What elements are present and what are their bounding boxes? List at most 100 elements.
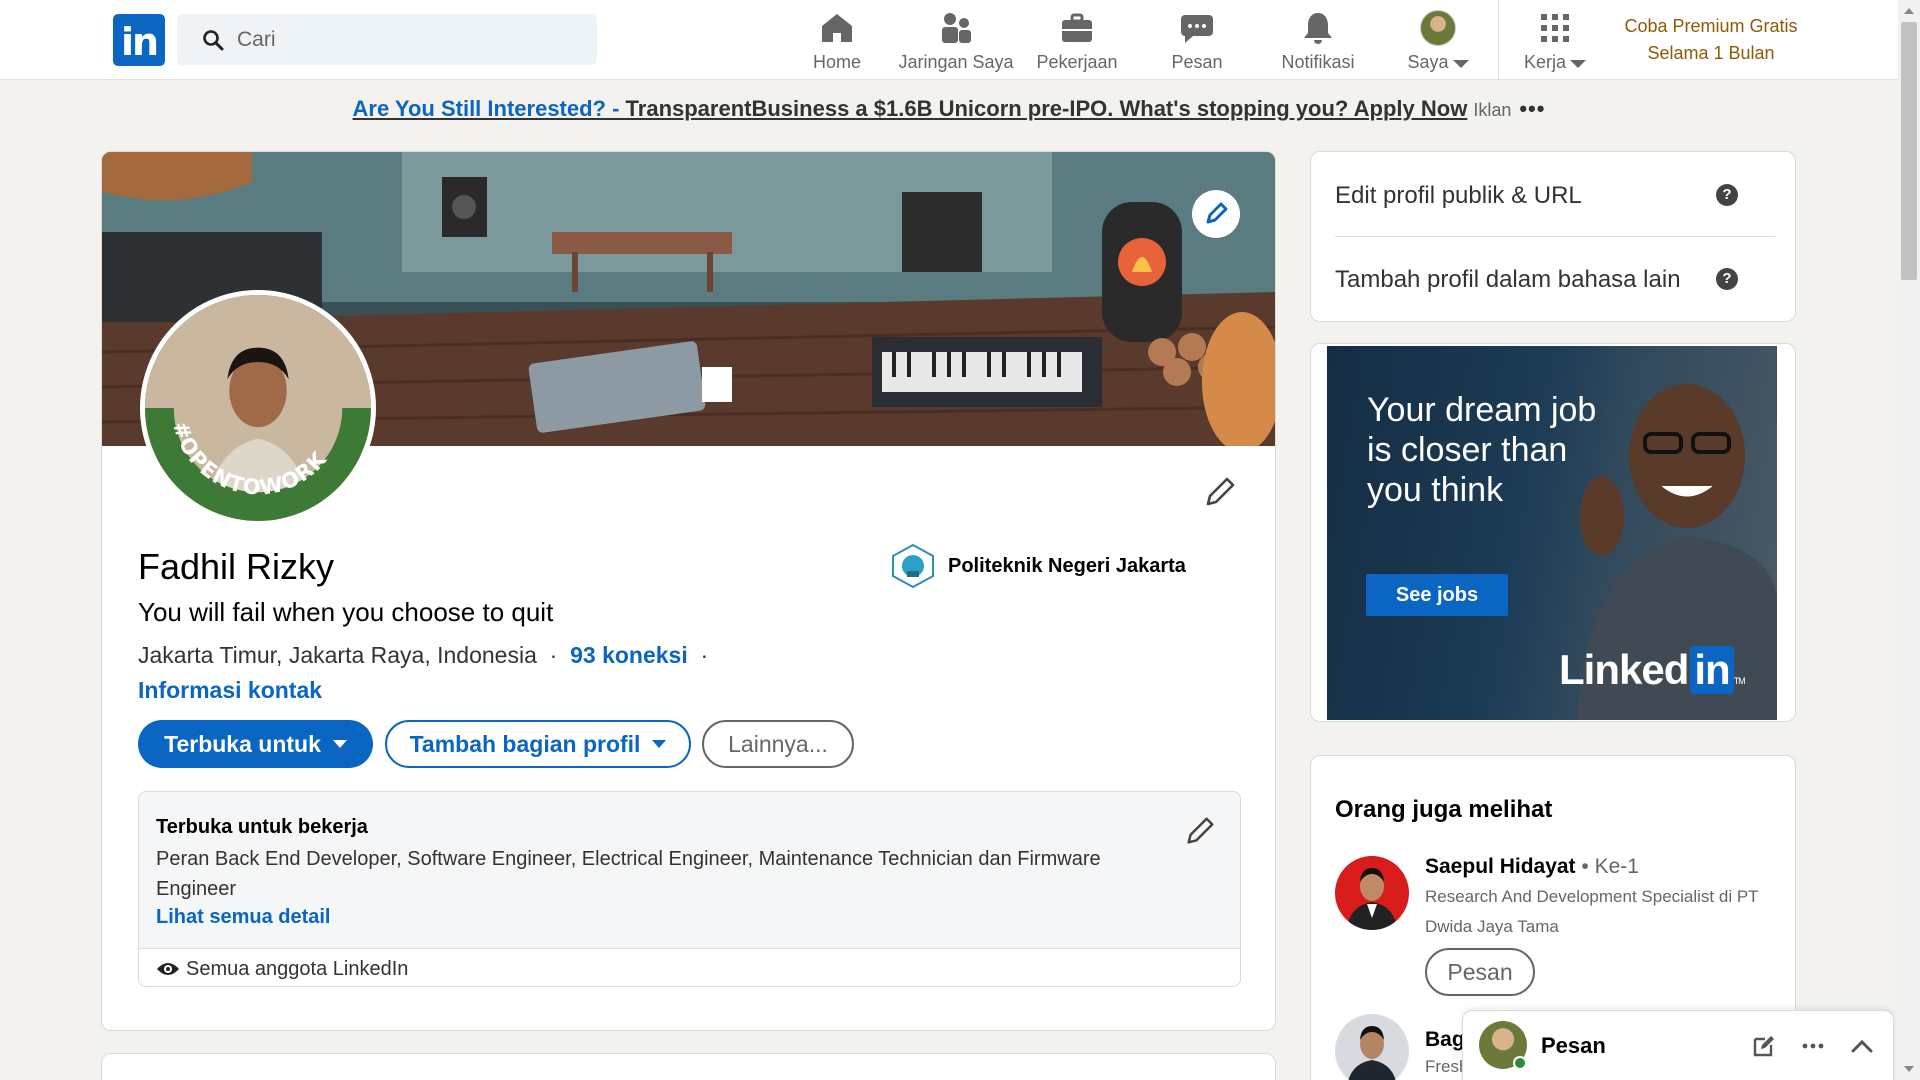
person-role: Research And Development Specialist di P… (1425, 887, 1759, 936)
message-button[interactable]: Pesan (1425, 948, 1535, 996)
scroll-down-arrow-icon[interactable] (1904, 1066, 1914, 1072)
scroll-up-arrow-icon[interactable] (1904, 8, 1914, 14)
add-section-label: Tambah bagian profil (409, 730, 641, 757)
contact-info-link[interactable]: Informasi kontak (138, 677, 322, 704)
person-name: Bag (1425, 1028, 1465, 1051)
nav-network-label: Jaringan Saya (898, 52, 1014, 72)
person-avatar-image (1335, 1014, 1409, 1080)
ad-card: Your dream job is closer than you think … (1310, 343, 1796, 722)
open-to-work-box: Terbuka untuk bekerja Peran Back End Dev… (138, 791, 1241, 987)
chevron-up-icon[interactable] (1849, 1033, 1875, 1059)
caret-down-icon (332, 740, 347, 748)
help-icon[interactable]: ? (1716, 268, 1738, 290)
premium-line-2: Selama 1 Bulan (1647, 43, 1775, 63)
compose-icon[interactable] (1751, 1033, 1777, 1059)
wordmark-tm: TM (1733, 676, 1746, 686)
school-link[interactable]: Politeknik Negeri Jakarta (890, 542, 1186, 590)
ad-headline: Your dream job is closer than you think (1367, 391, 1597, 509)
nav-work-label: Kerja (1523, 52, 1567, 72)
person-name-row[interactable]: Saepul Hidayat • Ke-1 (1425, 855, 1639, 879)
add-language-profile-link[interactable]: Tambah profil dalam bahasa lain (1335, 266, 1681, 294)
nav-notifications[interactable]: Notifikasi (1260, 6, 1376, 74)
grid-icon (1541, 14, 1569, 42)
edit-open-to-work-pencil-icon[interactable] (1183, 814, 1217, 848)
open-to-button[interactable]: Terbuka untuk (138, 720, 373, 768)
nav-jobs-label: Pekerjaan (1036, 52, 1118, 72)
edit-public-profile-link[interactable]: Edit profil publik & URL (1335, 182, 1582, 210)
add-profile-section-button[interactable]: Tambah bagian profil (385, 720, 691, 768)
caret-down-icon (652, 740, 667, 748)
profile-photo[interactable]: #OPENTOWORK (140, 290, 376, 526)
more-icon[interactable] (1800, 1033, 1826, 1059)
nav-home[interactable]: Home (780, 6, 894, 74)
promo-highlight: Are You Still Interested? - (352, 96, 620, 121)
nav-jobs[interactable]: Pekerjaan (1022, 6, 1132, 74)
open-to-label: Terbuka untuk (164, 730, 321, 757)
promo-link[interactable]: Are You Still Interested? - TransparentB… (353, 96, 1468, 121)
nav-home-label: Home (812, 52, 861, 72)
nav-me-label: Saya (1407, 52, 1449, 72)
more-icon[interactable]: ••• (1519, 96, 1545, 121)
scrollbar[interactable] (1898, 0, 1920, 1080)
chevron-down-icon (1452, 60, 1469, 68)
person-avatar[interactable] (1335, 856, 1409, 930)
connections-link[interactable]: 93 koneksi (570, 642, 688, 668)
open-to-work-description: Peran Back End Developer, Software Engin… (156, 848, 1101, 900)
nav-notifications-label: Notifikasi (1281, 52, 1355, 72)
premium-line-1: Coba Premium Gratis (1624, 16, 1798, 36)
nav-network[interactable]: Jaringan Saya (896, 6, 1016, 74)
divider (1335, 236, 1775, 237)
separator-dot: · (700, 642, 709, 668)
profile-location: Jakarta Timur, Jakarta Raya, Indonesia (138, 642, 537, 668)
pencil-icon (1206, 202, 1228, 224)
visibility-row: Semua anggota LinkedIn (139, 948, 1240, 986)
network-icon (942, 13, 971, 43)
edit-intro-pencil-icon[interactable] (1202, 474, 1238, 510)
wordmark-text: Linked (1559, 646, 1689, 693)
messaging-label: Pesan (1541, 1033, 1606, 1058)
scrollbar-thumb[interactable] (1901, 22, 1917, 280)
see-all-details-link[interactable]: Lihat semua detail (156, 906, 331, 929)
bell-icon (1304, 13, 1332, 44)
person-avatar[interactable] (1335, 1014, 1409, 1080)
help-icon[interactable]: ? (1716, 184, 1738, 206)
person-name-row[interactable]: Bag (1425, 1028, 1465, 1052)
profile-headline: You will fail when you choose to quit (138, 597, 554, 627)
nav-me[interactable]: Saya (1394, 6, 1482, 74)
eye-icon (157, 963, 179, 975)
avatar (1420, 10, 1456, 46)
nav-messaging[interactable]: Pesan (1142, 6, 1252, 74)
messaging-bar[interactable]: Pesan (1462, 1010, 1894, 1080)
visibility-label: Semua anggota LinkedIn (186, 958, 409, 980)
chevron-down-icon (1570, 60, 1587, 68)
linkedin-wordmark: Linked in TM (1559, 646, 1746, 694)
briefcase-icon (1062, 13, 1092, 42)
profile-photo-image: #OPENTOWORK (145, 295, 371, 521)
search-box[interactable] (177, 14, 597, 65)
edit-cover-button[interactable] (1192, 190, 1240, 238)
linkedin-logo[interactable]: in (113, 14, 165, 66)
school-name: Politeknik Negeri Jakarta (948, 554, 1186, 577)
wordmark-in: in (1690, 646, 1734, 694)
next-profile-section (101, 1053, 1276, 1080)
ad-banner[interactable]: Your dream job is closer than you think … (1327, 346, 1777, 720)
open-to-work-title: Terbuka untuk bekerja (156, 816, 368, 838)
top-navigation: in Home Jaringan Saya Pekerjaan Pesan No… (0, 0, 1898, 80)
see-jobs-button[interactable]: See jobs (1366, 574, 1508, 616)
chat-icon (1181, 15, 1213, 43)
nav-messaging-label: Pesan (1171, 52, 1223, 72)
connection-degree: • Ke-1 (1575, 855, 1639, 878)
online-status-icon (1513, 1056, 1527, 1070)
ad-label: Iklan (1473, 100, 1512, 120)
search-icon (203, 30, 224, 51)
premium-link[interactable]: Coba Premium Gratis Selama 1 Bulan (1600, 13, 1822, 67)
person-name: Saepul Hidayat (1425, 855, 1576, 878)
more-button[interactable]: Lainnya... (702, 720, 854, 768)
nav-divider (1498, 0, 1499, 79)
home-icon (822, 14, 852, 42)
school-logo (892, 543, 934, 589)
people-also-viewed-title: Orang juga melihat (1335, 796, 1553, 823)
nav-work[interactable]: Kerja (1510, 6, 1600, 74)
search-input[interactable] (237, 14, 577, 65)
profile-name: Fadhil Rizky (138, 546, 335, 587)
